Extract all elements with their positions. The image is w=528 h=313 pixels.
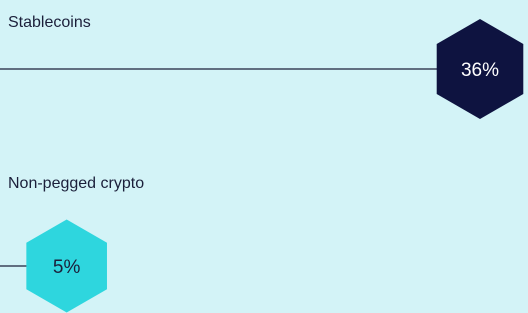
category-label: Stablecoins — [8, 14, 91, 31]
value-label: 5% — [53, 257, 81, 278]
category-label: Non-pegged crypto — [8, 175, 144, 192]
chart-row: Stablecoins 36% — [0, 14, 524, 119]
chart-row: Non-pegged crypto 5% — [0, 175, 144, 313]
chart-canvas: Stablecoins 36% Non-pegged crypto 5% — [0, 14, 524, 313]
value-label: 36% — [461, 60, 499, 81]
chart-rows: Stablecoins 36% Non-pegged crypto 5% — [0, 14, 524, 313]
